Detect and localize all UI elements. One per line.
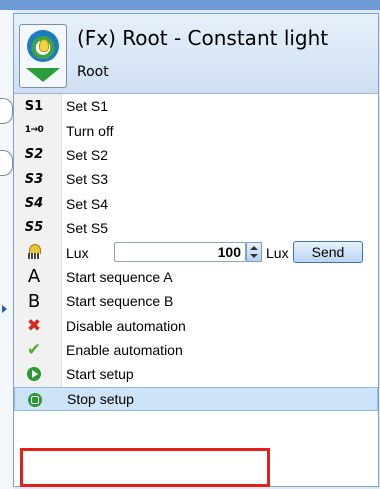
menu-item-label: Start sequence B [66,293,174,310]
spin-down-icon[interactable] [250,254,258,259]
menu-item-label: Start setup [66,366,134,383]
lux-value: 100 [217,244,241,261]
menu-item-label: Set S2 [66,146,109,163]
annotation-highlight-box [20,448,270,487]
s3-icon: S3 [24,171,44,187]
lux-label: Lux [66,244,89,261]
menu-header: (Fx) Root - Constant light Root [14,14,378,94]
spin-up-icon[interactable] [250,246,258,251]
play-circle-icon [23,365,45,383]
lux-unit-label: Lux [266,244,289,261]
lux-value-input[interactable]: 100 [114,242,246,263]
menu-item-stop-setup[interactable]: Stop setup [14,386,378,412]
menu-item-label: Set S5 [66,220,109,237]
bulb-settings-icon [27,30,59,62]
s2-icon: S2 [24,147,44,163]
header-title: (Fx) Root - Constant light [77,26,329,50]
chevron-down-icon [26,68,60,82]
letter-a-icon: A [27,266,41,288]
collapsed-tab[interactable] [0,98,13,124]
turn-off-icon: 1→0 [24,125,44,136]
collapsed-tab[interactable] [0,150,13,176]
menu-item-label: Set S3 [66,171,109,188]
red-x-icon: ✖ [26,315,42,336]
menu-item-start-sequence-a[interactable]: A Start sequence A [14,264,378,290]
menu-item-set-s3[interactable]: S3 Set S3 [14,167,378,192]
menu-item-set-s1[interactable]: S1 Set S1 [14,94,378,119]
menu-item-label: Set S1 [66,98,109,115]
menu-item-turn-off[interactable]: 1→0 Turn off [14,118,378,143]
menu-item-start-sequence-b[interactable]: B Start sequence B [14,289,378,314]
menu-item-enable-automation[interactable]: ✔ Enable automation [14,337,378,363]
menu-item-label: Enable automation [66,342,183,359]
menu-item-disable-automation[interactable]: ✖ Disable automation [14,313,378,338]
command-menu: S1 Set S1 1→0 Turn off S2 Set S2 S3 Set … [14,94,378,412]
menu-item-start-setup[interactable]: Start setup [14,362,378,387]
background-panel-edge [0,10,14,489]
header-subtitle: Root [77,64,109,80]
menu-item-label: Set S4 [66,195,109,212]
lux-spinner[interactable] [246,242,262,263]
menu-item-label: Disable automation [66,317,186,334]
menu-item-set-s4[interactable]: S4 Set S4 [14,191,378,216]
window-top-strip [0,0,380,10]
s1-icon: S1 [24,98,44,114]
menu-item-set-s2[interactable]: S2 Set S2 [14,142,378,168]
letter-b-icon: B [27,290,41,312]
header-icon-button[interactable] [19,24,67,88]
send-button[interactable]: Send [293,241,363,264]
menu-item-label: Turn off [66,122,114,139]
s4-icon: S4 [24,196,44,212]
green-check-icon: ✔ [26,339,42,360]
s5-icon: S5 [24,220,44,236]
menu-item-label: Stop setup [67,390,134,407]
menu-item-set-s5[interactable]: S5 Set S5 [14,215,378,241]
lux-sensor-icon [23,243,45,261]
expand-arrow-icon[interactable] [2,305,7,313]
stop-circle-icon [24,391,46,409]
menu-item-lux: Lux 100 Lux Send [14,240,378,265]
context-menu-panel: (Fx) Root - Constant light Root S1 Set S… [13,13,379,487]
menu-item-label: Start sequence A [66,268,173,285]
